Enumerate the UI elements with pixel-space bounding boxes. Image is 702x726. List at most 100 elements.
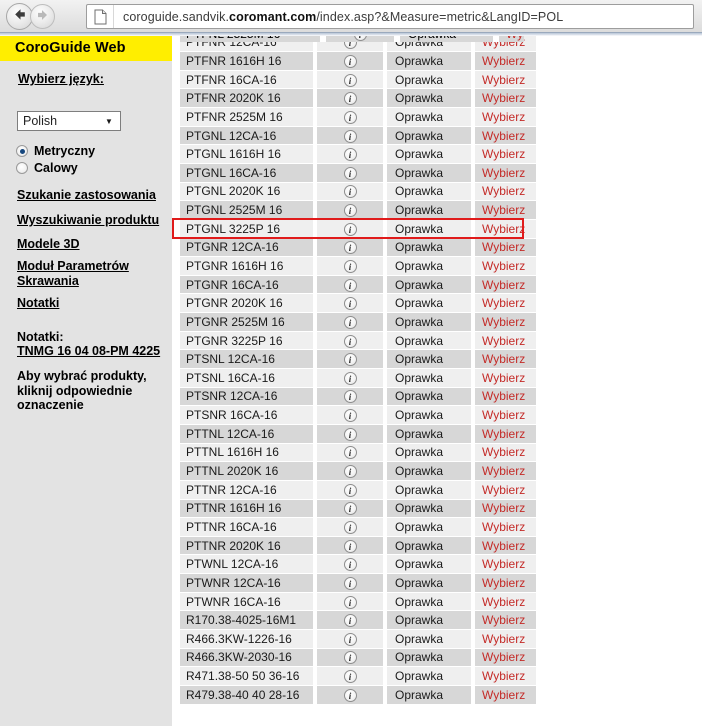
table-row[interactable]: PTFNR 16CA-16 i Oprawka Wybierz	[180, 70, 536, 90]
address-bar[interactable]: coroguide.sandvik.coromant.com/index.asp…	[86, 4, 694, 29]
select-action-cell[interactable]: Wybierz	[475, 51, 536, 71]
product-code-cell[interactable]: R466.3KW-2030-16	[180, 648, 313, 668]
info-circle-icon[interactable]: i	[343, 427, 357, 441]
select-action-cell[interactable]: Wybierz	[475, 219, 536, 239]
product-code-cell[interactable]: PTTNR 16CA-16	[180, 517, 313, 537]
info-cell[interactable]: i	[317, 517, 383, 537]
sidebar-link-product-search[interactable]: Wyszukiwanie produktu	[17, 213, 167, 228]
info-cell[interactable]: i	[317, 405, 383, 425]
forward-button[interactable]	[30, 4, 55, 29]
table-row[interactable]: PTWNR 16CA-16 i Oprawka Wybierz	[180, 592, 536, 612]
table-row[interactable]: PTGNR 1616H 16 i Oprawka Wybierz	[180, 256, 536, 276]
table-row[interactable]: PTSNR 12CA-16 i Oprawka Wybierz	[180, 387, 536, 407]
sidebar-link-cutting-parameters[interactable]: Moduł Parametrów Skrawania	[17, 259, 167, 289]
select-link[interactable]: Wybierz	[482, 35, 525, 49]
product-code-cell[interactable]: PTFNR 2020K 16	[180, 88, 313, 109]
product-code-cell[interactable]: PTGNR 12CA-16	[180, 238, 313, 258]
select-action-cell[interactable]: Wybierz	[475, 480, 536, 500]
select-link[interactable]: Wybierz	[482, 669, 525, 683]
info-cell[interactable]: i	[317, 293, 383, 314]
product-code-cell[interactable]: PTGNL 12CA-16	[180, 126, 313, 146]
table-row[interactable]: PTTNR 1616H 16 i Oprawka Wybierz	[180, 499, 536, 519]
table-row[interactable]: PTTNL 2020K 16 i Oprawka Wybierz	[180, 461, 536, 481]
select-action-cell[interactable]: Wybierz	[475, 349, 536, 370]
product-code-cell[interactable]: PTTNL 12CA-16	[180, 424, 313, 444]
info-circle-icon[interactable]: i	[343, 483, 357, 497]
table-row[interactable]: PTSNR 16CA-16 i Oprawka Wybierz	[180, 405, 536, 425]
select-link[interactable]: Wybierz	[482, 445, 525, 459]
select-action-cell[interactable]: Wybierz	[475, 554, 536, 575]
product-code-cell[interactable]: PTWNR 16CA-16	[180, 592, 313, 612]
info-cell[interactable]: i	[317, 238, 383, 258]
table-row[interactable]: PTTNL 12CA-16 i Oprawka Wybierz	[180, 424, 536, 444]
sidebar-link-application-search[interactable]: Szukanie zastosowania	[17, 188, 167, 203]
table-row[interactable]: PTWNL 12CA-16 i Oprawka Wybierz	[180, 554, 536, 575]
table-row[interactable]: PTGNL 3225P 16 i Oprawka Wybierz	[180, 219, 536, 239]
product-code-cell[interactable]: PTWNR 12CA-16	[180, 573, 313, 593]
info-circle-icon[interactable]: i	[343, 502, 357, 516]
info-circle-icon[interactable]: i	[343, 54, 357, 68]
info-circle-icon[interactable]: i	[343, 334, 357, 348]
select-link[interactable]: Wybierz	[482, 259, 525, 273]
product-code-cell[interactable]: PTSNR 16CA-16	[180, 405, 313, 425]
product-code-cell[interactable]: PTSNL 16CA-16	[180, 368, 313, 388]
info-circle-icon[interactable]: i	[343, 297, 357, 311]
info-cell[interactable]: i	[317, 443, 383, 463]
info-circle-icon[interactable]: i	[343, 520, 357, 534]
select-action-cell[interactable]: Wybierz	[475, 182, 536, 202]
info-circle-icon[interactable]: i	[343, 614, 357, 628]
info-cell[interactable]: i	[317, 648, 383, 668]
info-circle-icon[interactable]: i	[343, 539, 357, 553]
select-link[interactable]: Wybierz	[482, 184, 525, 198]
select-link[interactable]: Wybierz	[482, 315, 525, 329]
select-action-cell[interactable]: Wybierz	[475, 405, 536, 425]
table-row[interactable]: PTSNL 12CA-16 i Oprawka Wybierz	[180, 349, 536, 370]
product-code-cell[interactable]: PTFNR 16CA-16	[180, 70, 313, 90]
sidebar-link-3d-models[interactable]: Modele 3D	[17, 237, 167, 252]
select-action-cell[interactable]: Wybierz	[475, 200, 536, 220]
select-link[interactable]: Wybierz	[482, 539, 525, 553]
product-code-cell[interactable]: PTGNR 3225P 16	[180, 331, 313, 351]
select-action-cell[interactable]: Wybierz	[475, 443, 536, 463]
select-link[interactable]: Wybierz	[482, 166, 525, 180]
product-code-cell[interactable]: PTFNR 2525M 16	[180, 107, 313, 127]
table-row[interactable]: PTGNL 2020K 16 i Oprawka Wybierz	[180, 182, 536, 202]
select-action-cell[interactable]: Wybierz	[475, 238, 536, 258]
select-action-cell[interactable]: Wybierz	[475, 126, 536, 146]
back-button[interactable]	[6, 3, 33, 30]
select-link[interactable]: Wybierz	[482, 613, 525, 627]
info-cell[interactable]: i	[317, 629, 383, 649]
info-cell[interactable]: i	[317, 51, 383, 71]
select-link[interactable]: Wybierz	[482, 334, 525, 348]
info-cell[interactable]: i	[317, 144, 383, 164]
info-circle-icon[interactable]: i	[343, 558, 357, 572]
table-row[interactable]: PTGNR 12CA-16 i Oprawka Wybierz	[180, 238, 536, 258]
select-action-cell[interactable]: Wybierz	[475, 685, 536, 705]
info-circle-icon[interactable]: i	[343, 670, 357, 684]
table-row[interactable]: PTGNR 3225P 16 i Oprawka Wybierz	[180, 331, 536, 351]
info-cell[interactable]: i	[317, 349, 383, 370]
product-code-cell[interactable]: PTFNR 1616H 16	[180, 51, 313, 71]
sidebar-link-notes[interactable]: Notatki	[17, 296, 167, 311]
info-circle-icon[interactable]: i	[343, 632, 357, 646]
table-row[interactable]: PTGNR 16CA-16 i Oprawka Wybierz	[180, 275, 536, 295]
info-circle-icon[interactable]: i	[343, 166, 357, 180]
select-link[interactable]: Wybierz	[482, 110, 525, 124]
info-cell[interactable]: i	[317, 331, 383, 351]
select-link[interactable]: Wybierz	[482, 501, 525, 515]
select-action-cell[interactable]: Wybierz	[475, 517, 536, 537]
select-link[interactable]: Wybierz	[482, 464, 525, 478]
info-circle-icon[interactable]: i	[343, 651, 357, 665]
table-row[interactable]: PTFNR 2525M 16 i Oprawka Wybierz	[180, 107, 536, 127]
table-row[interactable]: PTFNR 1616H 16 i Oprawka Wybierz	[180, 51, 536, 71]
info-circle-icon[interactable]: i	[343, 185, 357, 199]
table-row[interactable]: R466.3KW-1226-16 i Oprawka Wybierz	[180, 629, 536, 649]
unit-radio-metric[interactable]: Metryczny	[16, 144, 95, 158]
select-link[interactable]: Wybierz	[482, 595, 525, 609]
select-link[interactable]: Wybierz	[482, 576, 525, 590]
product-code-cell[interactable]: PTWNL 12CA-16	[180, 554, 313, 575]
info-circle-icon[interactable]: i	[343, 110, 357, 124]
info-cell[interactable]: i	[317, 107, 383, 127]
table-row[interactable]: PTTNR 2020K 16 i Oprawka Wybierz	[180, 536, 536, 556]
info-cell[interactable]: i	[317, 88, 383, 109]
